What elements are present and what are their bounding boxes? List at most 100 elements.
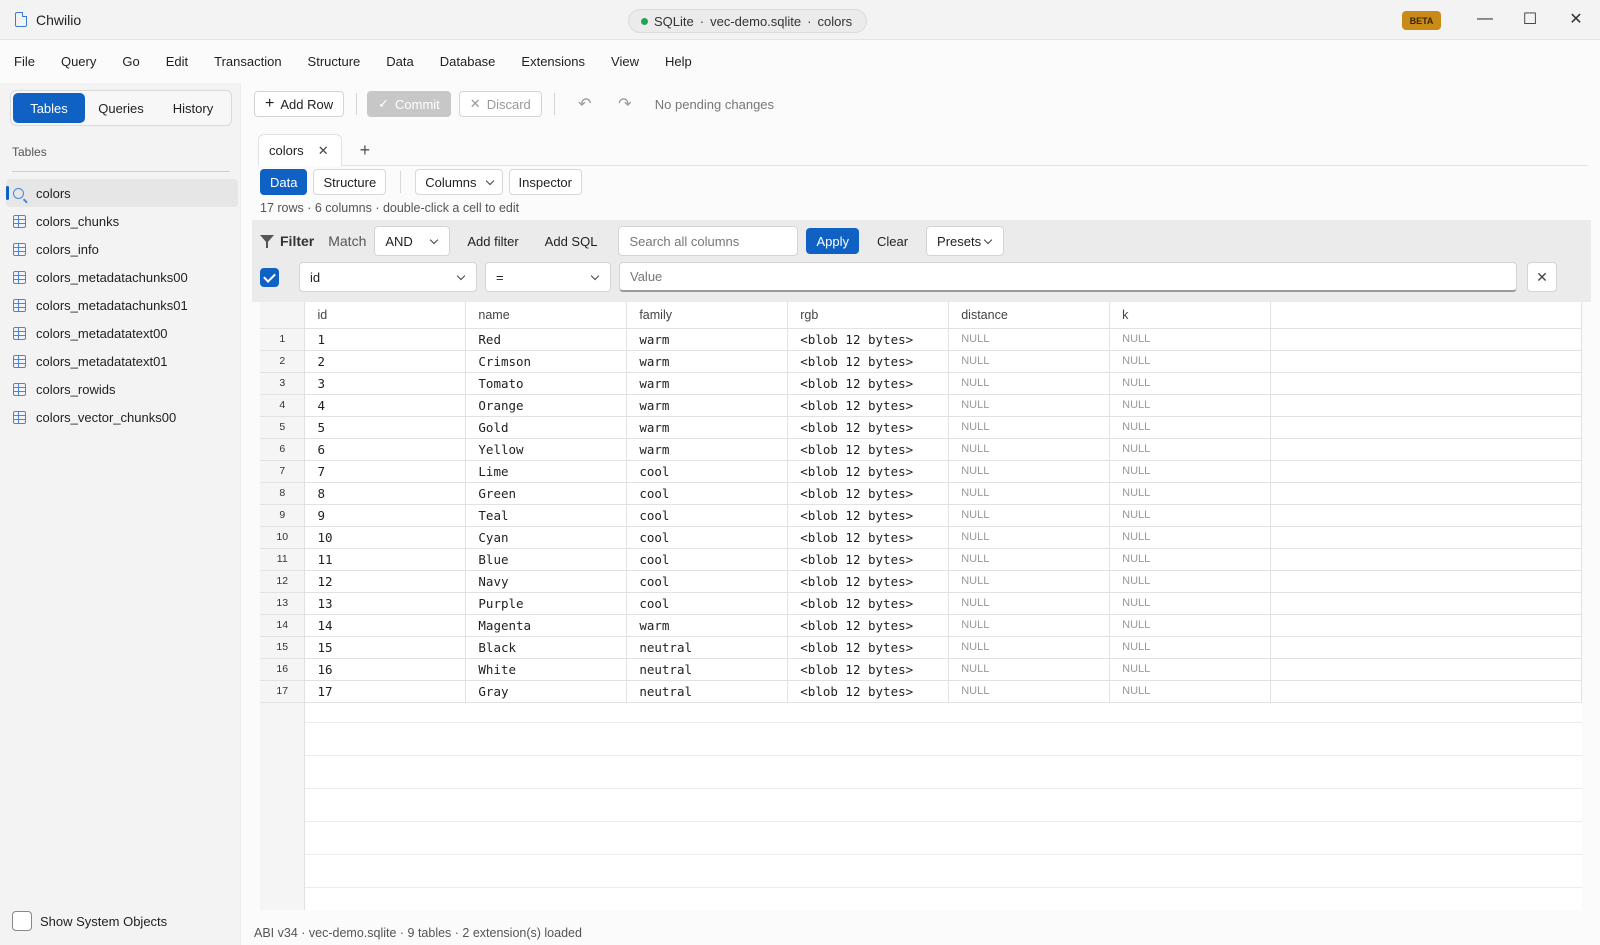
cell-k[interactable]: NULL — [1109, 526, 1272, 549]
cell-id[interactable]: 17 — [304, 680, 467, 703]
filter-rule-checkbox[interactable] — [260, 267, 279, 287]
add-filter-button[interactable]: Add filter — [454, 234, 531, 249]
cell-name[interactable]: Yellow — [465, 438, 628, 461]
cell-id[interactable]: 6 — [304, 438, 467, 461]
cell-k[interactable]: NULL — [1109, 438, 1272, 461]
cell-name[interactable]: Crimson — [465, 350, 628, 373]
cell-family[interactable]: cool — [626, 592, 789, 615]
table-row[interactable]: 16 16 White neutral <blob 12 bytes> NULL NULL — [260, 658, 1582, 681]
cell-id[interactable]: 5 — [304, 416, 467, 439]
menu-data[interactable]: Data — [373, 54, 426, 69]
show-system-objects-checkbox[interactable] — [12, 911, 32, 931]
show-system-objects[interactable]: Show System Objects — [12, 911, 167, 931]
cell-k[interactable]: NULL — [1109, 680, 1272, 703]
add-sql-button[interactable]: Add SQL — [532, 234, 611, 249]
table-item-colors[interactable]: colors — [6, 179, 238, 207]
match-select[interactable]: AND — [374, 226, 451, 256]
cell-distance[interactable]: NULL — [948, 416, 1111, 439]
columns-dropdown[interactable]: Columns — [415, 169, 503, 195]
cell-id[interactable]: 3 — [304, 372, 467, 395]
filter-value-input[interactable] — [619, 262, 1517, 292]
cell-k[interactable]: NULL — [1109, 592, 1272, 615]
cell-k[interactable]: NULL — [1109, 614, 1272, 637]
clear-button[interactable]: Clear — [859, 234, 926, 249]
table-row[interactable]: 7 7 Lime cool <blob 12 bytes> NULL NULL — [260, 460, 1582, 483]
cell-distance[interactable]: NULL — [948, 350, 1111, 373]
cell-distance[interactable]: NULL — [948, 328, 1111, 351]
cell-family[interactable]: warm — [626, 614, 789, 637]
table-item-colors-vector-chunks00[interactable]: colors_vector_chunks00 — [6, 403, 238, 431]
cell-family[interactable]: neutral — [626, 636, 789, 659]
menu-database[interactable]: Database — [427, 54, 509, 69]
cell-name[interactable]: Magenta — [465, 614, 628, 637]
cell-rgb[interactable]: <blob 12 bytes> — [787, 504, 950, 527]
cell-family[interactable]: cool — [626, 548, 789, 571]
cell-distance[interactable]: NULL — [948, 658, 1111, 681]
cell-k[interactable]: NULL — [1109, 394, 1272, 417]
table-row[interactable]: 13 13 Purple cool <blob 12 bytes> NULL NULL — [260, 592, 1582, 615]
cell-name[interactable]: Orange — [465, 394, 628, 417]
add-row-button[interactable]: + Add Row — [254, 91, 345, 117]
cell-distance[interactable]: NULL — [948, 372, 1111, 395]
cell-name[interactable]: Gold — [465, 416, 628, 439]
table-item-colors-info[interactable]: colors_info — [6, 235, 238, 263]
cell-rgb[interactable]: <blob 12 bytes> — [787, 460, 950, 483]
cell-name[interactable]: Black — [465, 636, 628, 659]
cell-family[interactable]: warm — [626, 350, 789, 373]
cell-name[interactable]: Lime — [465, 460, 628, 483]
cell-k[interactable]: NULL — [1109, 416, 1272, 439]
presets-dropdown[interactable]: Presets — [926, 226, 1005, 256]
column-header-k[interactable]: k — [1109, 302, 1272, 329]
cell-distance[interactable]: NULL — [948, 504, 1111, 527]
data-view-button[interactable]: Data — [260, 169, 308, 195]
table-row[interactable]: 12 12 Navy cool <blob 12 bytes> NULL NULL — [260, 570, 1582, 593]
cell-rgb[interactable]: <blob 12 bytes> — [787, 416, 950, 439]
cell-distance[interactable]: NULL — [948, 636, 1111, 659]
cell-rgb[interactable]: <blob 12 bytes> — [787, 438, 950, 461]
cell-id[interactable]: 12 — [304, 570, 467, 593]
inspector-button[interactable]: Inspector — [508, 169, 582, 195]
table-row[interactable]: 8 8 Green cool <blob 12 bytes> NULL NULL — [260, 482, 1582, 505]
cell-name[interactable]: Purple — [465, 592, 628, 615]
table-row[interactable]: 9 9 Teal cool <blob 12 bytes> NULL NULL — [260, 504, 1582, 527]
sidebar-tab-history[interactable]: History — [157, 93, 229, 123]
cell-family[interactable]: warm — [626, 416, 789, 439]
redo-icon[interactable]: ↷ — [605, 94, 645, 114]
cell-id[interactable]: 11 — [304, 548, 467, 571]
table-row[interactable]: 14 14 Magenta warm <blob 12 bytes> NULL NULL — [260, 614, 1582, 637]
cell-k[interactable]: NULL — [1109, 482, 1272, 505]
column-header-name[interactable]: name — [465, 302, 628, 329]
table-row[interactable]: 2 2 Crimson warm <blob 12 bytes> NULL NULL — [260, 350, 1582, 373]
cell-rgb[interactable]: <blob 12 bytes> — [787, 482, 950, 505]
close-icon[interactable]: ✕ — [318, 143, 329, 159]
cell-distance[interactable]: NULL — [948, 482, 1111, 505]
cell-distance[interactable]: NULL — [948, 570, 1111, 593]
structure-view-button[interactable]: Structure — [313, 169, 387, 195]
sidebar-tab-queries[interactable]: Queries — [85, 93, 157, 123]
cell-id[interactable]: 13 — [304, 592, 467, 615]
table-row[interactable]: 1 1 Red warm <blob 12 bytes> NULL NULL — [260, 328, 1582, 351]
cell-name[interactable]: Green — [465, 482, 628, 505]
menu-go[interactable]: Go — [109, 54, 152, 69]
table-item-colors-rowids[interactable]: colors_rowids — [6, 375, 238, 403]
cell-id[interactable]: 8 — [304, 482, 467, 505]
cell-name[interactable]: Gray — [465, 680, 628, 703]
cell-name[interactable]: Tomato — [465, 372, 628, 395]
cell-rgb[interactable]: <blob 12 bytes> — [787, 680, 950, 703]
cell-family[interactable]: cool — [626, 526, 789, 549]
cell-family[interactable]: cool — [626, 482, 789, 505]
cell-distance[interactable]: NULL — [948, 548, 1111, 571]
table-row[interactable]: 17 17 Gray neutral <blob 12 bytes> NULL NULL — [260, 680, 1582, 703]
cell-name[interactable]: Navy — [465, 570, 628, 593]
menu-file[interactable]: File — [0, 54, 48, 69]
cell-id[interactable]: 16 — [304, 658, 467, 681]
cell-name[interactable]: Teal — [465, 504, 628, 527]
cell-id[interactable]: 10 — [304, 526, 467, 549]
menu-extensions[interactable]: Extensions — [508, 54, 598, 69]
cell-k[interactable]: NULL — [1109, 636, 1272, 659]
cell-rgb[interactable]: <blob 12 bytes> — [787, 372, 950, 395]
undo-icon[interactable]: ↶ — [565, 94, 605, 114]
cell-family[interactable]: cool — [626, 570, 789, 593]
table-row[interactable]: 10 10 Cyan cool <blob 12 bytes> NULL NULL — [260, 526, 1582, 549]
apply-button[interactable]: Apply — [806, 228, 859, 254]
